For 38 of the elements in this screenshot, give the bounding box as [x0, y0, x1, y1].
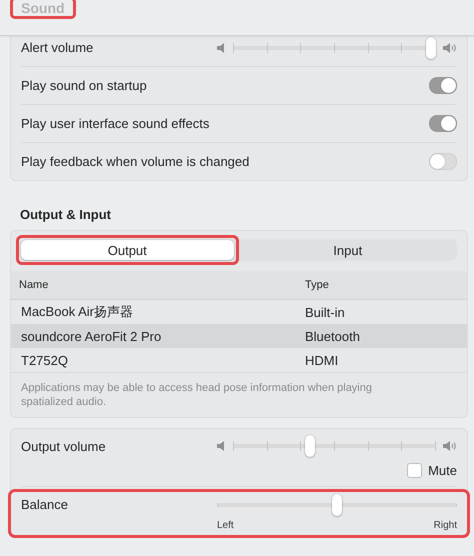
- table-cell-text: Built-in: [304, 304, 345, 320]
- info-note: Applications may be able to access head pose information when playing spatialized audio.: [11, 372, 467, 417]
- speaker-icon: [217, 42, 225, 54]
- slider-min-label: Left: [217, 520, 234, 531]
- window-title: Sound: [21, 0, 65, 16]
- tab[interactable]: Input: [242, 240, 454, 260]
- setting-label: Balance: [21, 497, 68, 512]
- tab[interactable]: Output: [21, 240, 234, 260]
- setting-label: Alert volume: [21, 40, 94, 55]
- table-cell-text: MacBook Air扬声器: [20, 303, 134, 321]
- table-row[interactable]: soundcore AeroFit 2 Pro Bluetooth: [11, 324, 467, 348]
- table-cell-text: soundcore AeroFit 2 Pro: [20, 328, 162, 344]
- setting-label: Play sound on startup: [21, 78, 147, 93]
- mute-checkbox[interactable]: Mute: [407, 463, 457, 478]
- speaker-icon: [217, 440, 225, 452]
- column-header[interactable]: Type: [301, 279, 329, 291]
- volume-slider[interactable]: [233, 36, 435, 58]
- speaker-loud-icon: [443, 440, 457, 452]
- slider-max-label: Right: [434, 520, 457, 531]
- table-cell-text: Bluetooth: [304, 328, 360, 344]
- volume-slider[interactable]: [233, 435, 435, 457]
- column-header[interactable]: Name: [11, 279, 301, 291]
- table-row[interactable]: MacBook Air扬声器 Built-in: [11, 300, 467, 324]
- table-cell-text: T2752Q: [20, 352, 69, 368]
- setting-label: Output volume: [21, 438, 106, 454]
- setting-label: Play feedback when volume is changed: [21, 154, 250, 169]
- speaker-loud-icon: [443, 42, 457, 54]
- slider-thumb[interactable]: [332, 494, 342, 516]
- balance-slider[interactable]: [217, 494, 457, 516]
- toggle-switch[interactable]: [429, 153, 457, 170]
- slider-thumb[interactable]: [304, 435, 315, 457]
- toggle-switch[interactable]: [429, 77, 457, 94]
- section-heading: Output & Input: [20, 207, 112, 222]
- table-row[interactable]: T2752Q HDMI: [11, 348, 467, 372]
- toggle-switch[interactable]: [429, 115, 457, 132]
- table-cell-text: HDMI: [304, 352, 338, 368]
- setting-label: Play user interface sound effects: [21, 116, 210, 131]
- slider-thumb[interactable]: [426, 36, 436, 58]
